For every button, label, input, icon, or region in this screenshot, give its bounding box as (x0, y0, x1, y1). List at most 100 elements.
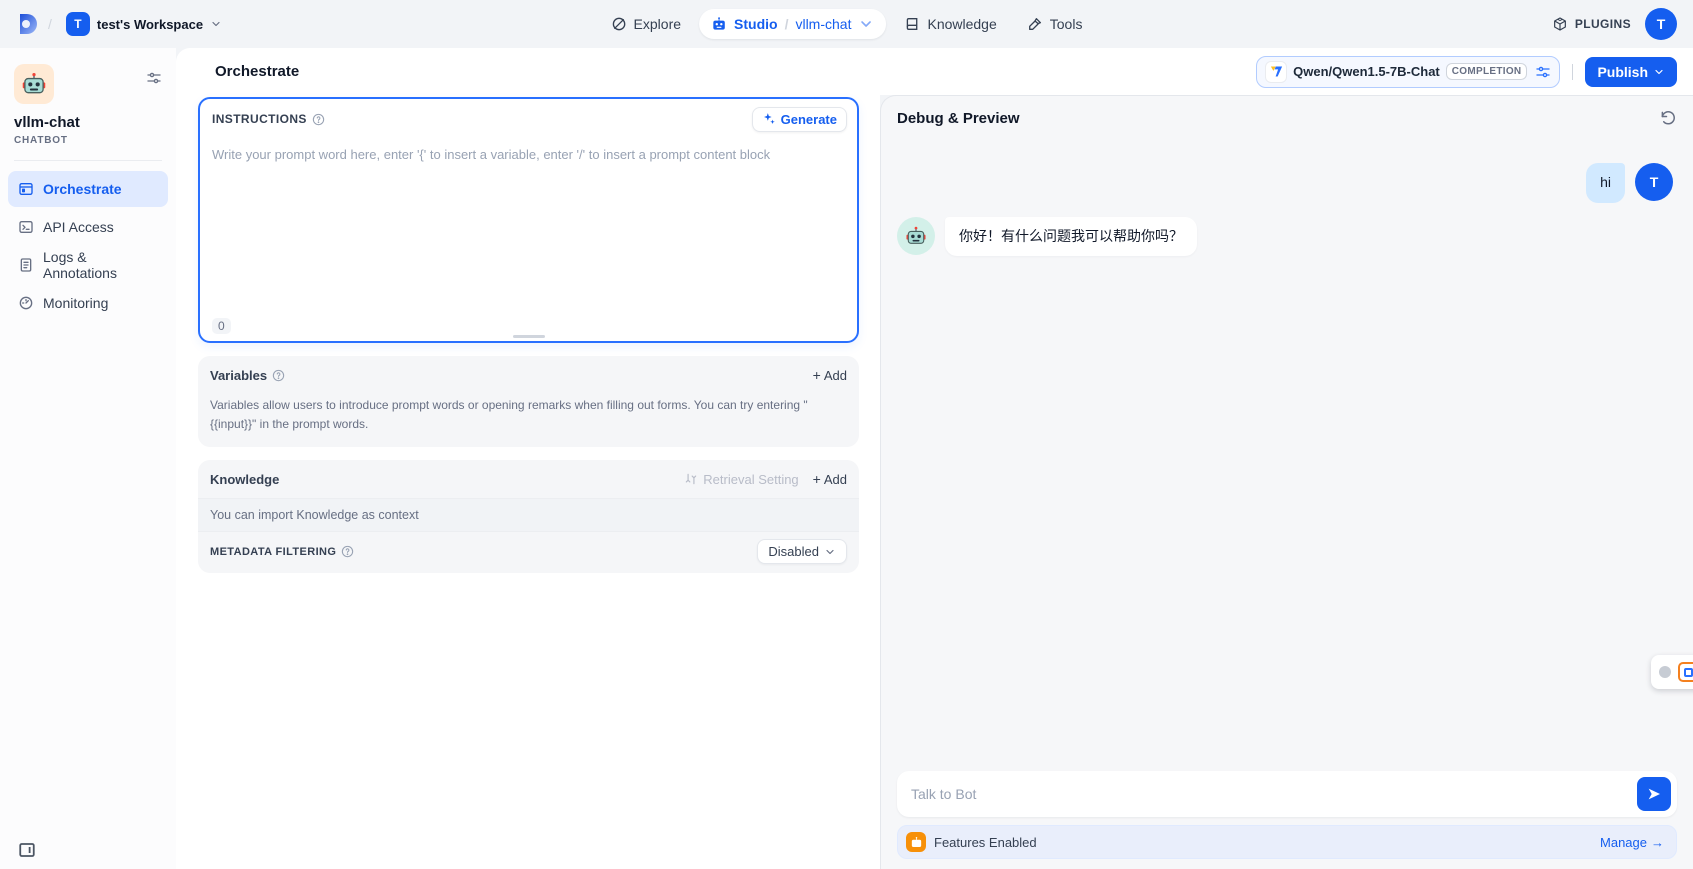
app-settings-icon[interactable] (146, 70, 162, 86)
knowledge-panel: Knowledge Retrieval Setting + Add You ca… (198, 460, 859, 573)
sidebar-item-api-access[interactable]: API Access (8, 209, 168, 245)
tools-icon (1027, 16, 1043, 32)
sidebar-item-logs-annotations[interactable]: Logs & Annotations (8, 247, 168, 283)
help-icon[interactable] (341, 545, 354, 558)
send-button[interactable] (1637, 777, 1671, 811)
resize-handle[interactable] (513, 335, 545, 338)
sidebar-item-label: Orchestrate (43, 181, 122, 197)
retrieval-setting-icon (684, 472, 698, 486)
add-label: Add (824, 368, 847, 383)
logs-icon (18, 257, 34, 273)
send-icon (1646, 786, 1662, 802)
user-avatar[interactable]: T (1645, 8, 1677, 40)
model-mode-badge: COMPLETION (1446, 63, 1528, 80)
model-selector[interactable]: Qwen/Qwen1.5-7B-Chat COMPLETION (1256, 56, 1560, 88)
instructions-panel: INSTRUCTIONS Generate Write your prompt … (198, 97, 859, 343)
plugins-icon (1552, 16, 1568, 32)
variables-title: Variables (210, 368, 267, 383)
publish-label: Publish (1597, 64, 1648, 80)
chevron-down-icon (1653, 66, 1665, 78)
metadata-filtering-row: METADATA FILTERING Disabled (198, 532, 859, 573)
retrieval-setting-label: Retrieval Setting (703, 472, 798, 487)
instructions-editor[interactable]: Write your prompt word here, enter '{' t… (200, 135, 857, 341)
workspace-avatar: T (66, 12, 90, 36)
divider (1572, 64, 1573, 80)
extension-dot-icon (1659, 666, 1671, 678)
arrow-right-icon: → (1651, 835, 1664, 850)
sidebar-item-label: Monitoring (43, 295, 108, 311)
model-config-icon[interactable] (1535, 64, 1551, 80)
robot-icon (21, 71, 47, 97)
api-access-icon (18, 219, 34, 235)
topbar: / T test's Workspace Explore Studio / vl… (0, 0, 1693, 48)
orchestrate-icon (18, 181, 34, 197)
instructions-title: INSTRUCTIONS (212, 112, 307, 126)
restart-conversation-icon[interactable] (1659, 109, 1677, 127)
extension-icon[interactable] (1678, 662, 1693, 682)
orchestrate-config-column: INSTRUCTIONS Generate Write your prompt … (176, 95, 880, 869)
app-icon[interactable] (14, 64, 54, 104)
plugins-button[interactable]: PLUGINS (1552, 16, 1631, 32)
chevron-down-icon[interactable] (858, 16, 874, 32)
generate-label: Generate (781, 112, 837, 127)
debug-preview-title: Debug & Preview (897, 110, 1020, 127)
user-chat-avatar: T (1635, 163, 1673, 201)
sidebar-item-orchestrate[interactable]: Orchestrate (8, 171, 168, 207)
knowledge-title: Knowledge (210, 472, 279, 487)
nav-studio-app[interactable]: vllm-chat (795, 16, 851, 32)
nav-explore-label: Explore (634, 16, 681, 32)
features-icon (906, 832, 926, 852)
sparkle-icon (762, 112, 776, 126)
plugins-label: PLUGINS (1575, 17, 1631, 31)
dify-logo-icon[interactable] (16, 12, 40, 36)
nav-studio-label: Studio (734, 16, 778, 32)
nav-knowledge[interactable]: Knowledge (892, 9, 1008, 39)
debug-preview-panel: Debug & Preview hi T 你好！有什么问题我可以帮助你吗？ Fe… (880, 95, 1693, 869)
workspace-selector[interactable]: T test's Workspace (60, 8, 228, 40)
help-icon[interactable] (312, 113, 325, 126)
divider (14, 160, 162, 161)
add-variable-button[interactable]: + Add (813, 368, 847, 383)
chevron-down-icon (210, 18, 222, 30)
add-knowledge-button[interactable]: + Add (813, 472, 847, 487)
main-nav: Explore Studio / vllm-chat Knowledge Too… (599, 0, 1095, 48)
help-icon[interactable] (272, 369, 285, 382)
sidebar-item-label: API Access (43, 219, 114, 235)
collapse-sidebar-icon[interactable] (18, 841, 36, 859)
breadcrumb-separator: / (48, 16, 52, 32)
char-count-badge: 0 (212, 318, 231, 334)
nav-tools[interactable]: Tools (1015, 9, 1095, 39)
sidebar: vllm-chat CHATBOT Orchestrate API Access… (0, 48, 176, 869)
workspace-name: test's Workspace (97, 17, 203, 32)
nav-knowledge-label: Knowledge (927, 16, 996, 32)
page-title: Orchestrate (215, 63, 299, 80)
user-message-bubble: hi (1586, 163, 1625, 203)
chat-input[interactable] (911, 786, 1637, 802)
metadata-filtering-select[interactable]: Disabled (757, 539, 847, 564)
sidebar-item-monitoring[interactable]: Monitoring (8, 285, 168, 321)
plus-icon: + (813, 472, 821, 486)
nav-studio[interactable]: Studio / vllm-chat (699, 9, 886, 39)
monitoring-icon (18, 295, 34, 311)
model-name: Qwen/Qwen1.5-7B-Chat (1293, 64, 1440, 79)
knowledge-icon (904, 16, 920, 32)
bot-message-bubble: 你好！有什么问题我可以帮助你吗？ (945, 217, 1197, 257)
features-label: Features Enabled (934, 835, 1037, 850)
retrieval-setting-button[interactable]: Retrieval Setting (684, 472, 798, 487)
plus-icon: + (813, 368, 821, 382)
sidebar-item-label: Logs & Annotations (43, 249, 158, 281)
metadata-filtering-title: METADATA FILTERING (210, 546, 336, 558)
knowledge-description: You can import Knowledge as context (198, 498, 859, 532)
publish-button[interactable]: Publish (1585, 57, 1677, 87)
explore-icon (611, 16, 627, 32)
generate-button[interactable]: Generate (752, 107, 847, 132)
app-type-label: CHATBOT (14, 135, 162, 146)
browser-extension-widget[interactable] (1651, 655, 1693, 689)
chat-input-container (897, 771, 1677, 817)
page-header: Orchestrate Qwen/Qwen1.5-7B-Chat COMPLET… (176, 48, 1693, 95)
manage-features-link[interactable]: Manage → (1600, 835, 1664, 850)
chat-message-bot: 你好！有什么问题我可以帮助你吗？ (897, 217, 1673, 257)
variables-description: Variables allow users to introduce promp… (198, 394, 838, 447)
variables-panel: Variables + Add Variables allow users to… (198, 356, 859, 447)
nav-explore[interactable]: Explore (599, 9, 693, 39)
